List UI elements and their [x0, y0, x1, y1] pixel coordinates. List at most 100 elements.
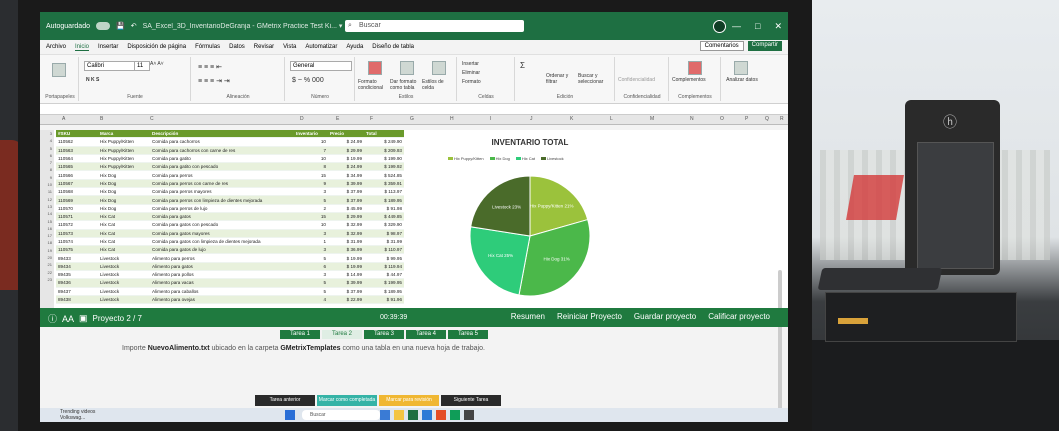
row-number[interactable]: 7	[40, 159, 54, 166]
table-cell[interactable]: Comida para perros mayores	[150, 187, 294, 197]
table-cell[interactable]: Comida para gatos mayores	[150, 229, 294, 238]
font-size-icon[interactable]: AA	[62, 314, 74, 324]
comments-button[interactable]: Comentarios	[699, 41, 744, 51]
file-explorer-icon[interactable]	[394, 410, 404, 420]
table-cell[interactable]: 110562	[56, 137, 98, 147]
table-cell[interactable]: Comida para perros	[150, 170, 294, 180]
save-icon[interactable]: 💾	[116, 22, 125, 30]
row-number[interactable]: 16	[40, 225, 54, 232]
table-cell[interactable]: Hix Dog	[98, 170, 150, 180]
paste-icon[interactable]	[52, 63, 66, 77]
table-cell[interactable]: Hix Cat	[98, 229, 150, 238]
calculator-icon[interactable]: ▣	[79, 313, 88, 324]
column-header-a[interactable]: A	[62, 116, 65, 122]
table-cell[interactable]: $ 34.99	[328, 170, 364, 180]
table-cell[interactable]: $ 19.99	[328, 253, 364, 263]
font-grow-icon[interactable]: A˄ A˅	[150, 61, 164, 67]
menu-automatizar[interactable]: Automatizar	[305, 44, 337, 50]
row-number[interactable]: 11	[40, 188, 54, 195]
table-cell[interactable]: $ 209.93	[364, 146, 404, 155]
conditional-format-label[interactable]: Formato condicional	[358, 79, 388, 91]
table-cell[interactable]: Hix Puppy/Kitten	[98, 137, 150, 147]
row-number[interactable]: 21	[40, 261, 54, 268]
currency-icon[interactable]: $ ~ % 000	[292, 77, 324, 84]
table-cell[interactable]: 110571	[56, 212, 98, 222]
help-icon[interactable]: ⓘ	[48, 312, 57, 325]
row-number[interactable]: 18	[40, 239, 54, 246]
table-cell[interactable]: 89433	[56, 253, 98, 263]
table-cell[interactable]: $ 37.99	[328, 195, 364, 205]
column-header-g[interactable]: G	[410, 116, 414, 122]
table-cell[interactable]: 2	[294, 204, 328, 213]
table-cell[interactable]: 5	[294, 287, 328, 296]
table-cell[interactable]: Comida para gatos de lujo	[150, 245, 294, 255]
column-header-i[interactable]: I	[490, 116, 491, 122]
table-cell[interactable]: 110569	[56, 195, 98, 205]
format-table-label[interactable]: Dar formato como tabla	[390, 79, 420, 91]
row-number[interactable]: 6	[40, 152, 54, 159]
column-header-m[interactable]: M	[650, 116, 654, 122]
table-cell[interactable]: $ 199.95	[364, 278, 404, 288]
sort-filter[interactable]: Ordenar y filtrar	[546, 73, 576, 85]
menu-archivo[interactable]: Archivo	[46, 44, 66, 50]
tab-tarea-1[interactable]: Tarea 1	[280, 330, 320, 339]
menu-disposicion[interactable]: Disposición de página	[127, 44, 186, 50]
task-view-icon[interactable]	[380, 410, 390, 420]
table-cell[interactable]: $ 29.99	[328, 212, 364, 222]
font-size-select[interactable]: 11	[134, 61, 150, 71]
menu-vista[interactable]: Vista	[283, 44, 296, 50]
row-number[interactable]: 3	[40, 130, 54, 137]
table-cell[interactable]: 7	[294, 146, 328, 155]
table-cell[interactable]: 6	[294, 262, 328, 272]
summary-button[interactable]: Resumen	[511, 312, 545, 321]
menu-ayuda[interactable]: Ayuda	[346, 44, 363, 50]
row-number[interactable]: 4	[40, 137, 54, 144]
table-cell[interactable]: 10	[294, 220, 328, 230]
find-select[interactable]: Buscar y seleccionar	[578, 73, 612, 85]
row-number[interactable]: 8	[40, 166, 54, 173]
table-cell[interactable]: $ 99.95	[364, 253, 404, 263]
column-header-d[interactable]: D	[300, 116, 304, 122]
table-cell[interactable]: $ 24.99	[328, 162, 364, 172]
table-cell[interactable]: $ 189.95	[364, 287, 404, 296]
table-cell[interactable]: Alimento para vacas	[150, 278, 294, 288]
search-box[interactable]: ⌕ Buscar	[345, 20, 524, 32]
pie-chart[interactable]: INVENTARIO TOTAL Hix Puppy/Kitten Hix Dog…	[440, 136, 620, 306]
table-cell[interactable]: $ 19.99	[328, 262, 364, 272]
column-header-j[interactable]: J	[530, 116, 533, 122]
row-number[interactable]: 5	[40, 145, 54, 152]
table-cell[interactable]: Hix Cat	[98, 220, 150, 230]
table-cell[interactable]: 5	[294, 195, 328, 205]
row-number[interactable]: 17	[40, 232, 54, 239]
table-cell[interactable]: 89434	[56, 262, 98, 272]
menu-datos[interactable]: Datos	[229, 44, 245, 50]
table-cell[interactable]: $ 37.99	[328, 187, 364, 197]
table-cell[interactable]: $ 329.90	[364, 220, 404, 230]
table-cell[interactable]: $ 249.90	[364, 137, 404, 147]
column-header-h[interactable]: H	[450, 116, 454, 122]
table-cell[interactable]: $ 91.98	[364, 204, 404, 213]
share-button[interactable]: Compartir	[747, 41, 782, 51]
undo-icon[interactable]: ↶	[131, 22, 137, 30]
column-header-r[interactable]: R	[780, 116, 784, 122]
table-cell[interactable]: Hix Puppy/Kitten	[98, 154, 150, 164]
table-cell[interactable]: $ 45.99	[328, 204, 364, 213]
column-header-l[interactable]: L	[610, 116, 613, 122]
tab-tarea-3[interactable]: Tarea 3	[364, 330, 404, 339]
table-cell[interactable]: Comida para cachorros con carne de res	[150, 146, 294, 155]
table-cell[interactable]: Comida para gatito con pescado	[150, 162, 294, 172]
table-cell[interactable]: 15	[294, 170, 328, 180]
insert-cells[interactable]: Insertar	[462, 61, 479, 67]
table-cell[interactable]: $ 19.99	[328, 154, 364, 164]
table-cell[interactable]: $ 24.99	[328, 137, 364, 147]
format-cells[interactable]: Formato	[462, 79, 481, 85]
table-cell[interactable]: Hix Dog	[98, 179, 150, 189]
vertical-scrollbar[interactable]	[778, 270, 782, 420]
table-cell[interactable]: 110575	[56, 245, 98, 255]
delete-cells[interactable]: Eliminar	[462, 70, 480, 76]
analyze-button[interactable]: Analizar datos	[726, 77, 758, 83]
table-cell[interactable]: 4	[294, 295, 328, 305]
table-cell[interactable]: $ 29.99	[328, 146, 364, 155]
table-cell[interactable]: Livestock	[98, 262, 150, 272]
conditional-format-icon[interactable]	[368, 61, 382, 75]
